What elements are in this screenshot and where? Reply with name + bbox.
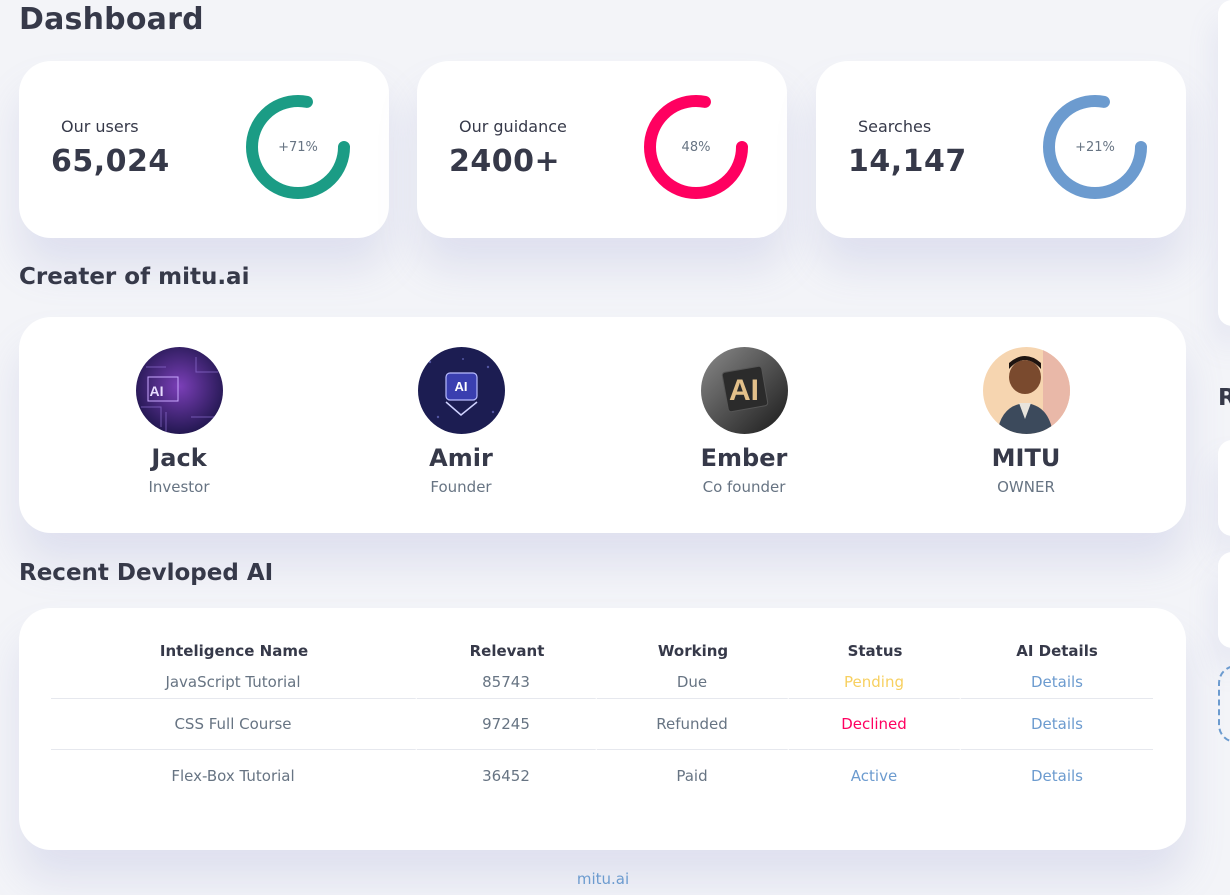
- cell-status: Pending: [789, 666, 961, 699]
- recent-ai-table: Inteligence Name Relevant Working Status…: [51, 636, 1153, 801]
- side-update-card: [1218, 440, 1230, 536]
- creator-role: Investor: [148, 478, 210, 496]
- progress-percent: +21%: [1075, 139, 1115, 155]
- column-header: AI Details: [1016, 642, 1098, 660]
- avatar-ai-label: AI: [454, 379, 468, 394]
- creator-name: MITU: [991, 444, 1061, 472]
- progress-percent: +71%: [278, 139, 318, 155]
- cell-status: Declined: [789, 699, 961, 750]
- column-header: Relevant: [469, 642, 545, 660]
- creator-ember[interactable]: AI Ember Co founder: [644, 347, 844, 496]
- column-header: Inteligence Name: [159, 642, 309, 660]
- cell-relevant: 85743: [417, 666, 597, 699]
- table-row: Flex-Box Tutorial 36452 Paid Active Deta…: [51, 750, 1153, 801]
- show-all-link[interactable]: mitu.ai: [577, 870, 629, 888]
- stat-label: Our guidance: [459, 117, 567, 136]
- cell-name: JavaScript Tutorial: [51, 666, 417, 699]
- stat-card-guidance: Our guidance 2400+ 48%: [417, 61, 787, 238]
- cell-relevant: 36452: [417, 750, 597, 801]
- table-row: JavaScript Tutorial 85743 Due Pending De…: [51, 666, 1153, 699]
- creator-name: Jack: [151, 444, 207, 472]
- creator-name: Amir: [429, 444, 493, 472]
- creator-mitu[interactable]: MITU OWNER: [926, 347, 1126, 496]
- details-link[interactable]: Details: [1031, 673, 1083, 691]
- avatar-photo: [982, 347, 1070, 434]
- side-panel-card: [1218, 0, 1230, 326]
- side-update-card: [1218, 552, 1230, 648]
- creator-name: Ember: [700, 444, 788, 472]
- avatar-ai-label: AI: [149, 382, 164, 399]
- stat-label: Searches: [858, 117, 932, 136]
- cell-working: Paid: [597, 750, 789, 801]
- avatar: AI: [417, 347, 505, 434]
- progress-ring: +71%: [245, 94, 351, 200]
- progress-percent: 48%: [681, 139, 711, 155]
- creator-role: Co founder: [702, 478, 786, 496]
- cell-name: Flex-Box Tutorial: [51, 750, 417, 801]
- table-header-row: Inteligence Name Relevant Working Status…: [51, 636, 1153, 666]
- creator-role: Founder: [430, 478, 492, 496]
- creators-card: AI Jack Investor AI Amir Founder AI Embe…: [19, 317, 1186, 533]
- cell-working: Due: [597, 666, 789, 699]
- cell-working: Refunded: [597, 699, 789, 750]
- avatar-ai-label: AI: [729, 373, 759, 407]
- stat-value: 2400+: [449, 144, 561, 179]
- avatar: AI: [135, 347, 223, 434]
- footer-link: mitu.ai: [0, 870, 1206, 888]
- stat-label: Our users: [61, 117, 139, 136]
- details-link[interactable]: Details: [1031, 715, 1083, 733]
- stat-value: 14,147: [848, 144, 967, 179]
- dashboard-page: Dashboard Our users 65,024 +71% Our guid…: [0, 0, 1230, 895]
- avatar: AI: [700, 347, 788, 434]
- column-header: Status: [847, 642, 903, 660]
- recent-section-title: Recent Devloped AI: [19, 560, 274, 586]
- column-header: Working: [657, 642, 729, 660]
- stat-card-searches: Searches 14,147 +21%: [816, 61, 1186, 238]
- creators-section-title: Creater of mitu.ai: [19, 264, 250, 290]
- creator-role: OWNER: [997, 478, 1055, 496]
- cell-status: Active: [789, 750, 961, 801]
- cell-name: CSS Full Course: [51, 699, 417, 750]
- page-title: Dashboard: [19, 2, 204, 37]
- recent-ai-table-card: Inteligence Name Relevant Working Status…: [19, 608, 1186, 850]
- progress-ring: 48%: [643, 94, 749, 200]
- side-section-heading: R: [1218, 385, 1230, 411]
- table-row: CSS Full Course 97245 Refunded Declined …: [51, 699, 1153, 750]
- stat-card-users: Our users 65,024 +71%: [19, 61, 389, 238]
- stat-value: 65,024: [51, 144, 170, 179]
- details-link[interactable]: Details: [1031, 767, 1083, 785]
- creator-amir[interactable]: AI Amir Founder: [361, 347, 561, 496]
- progress-ring: +21%: [1042, 94, 1148, 200]
- creator-jack[interactable]: AI Jack Investor: [79, 347, 279, 496]
- cell-relevant: 97245: [417, 699, 597, 750]
- add-item-button[interactable]: [1218, 665, 1230, 743]
